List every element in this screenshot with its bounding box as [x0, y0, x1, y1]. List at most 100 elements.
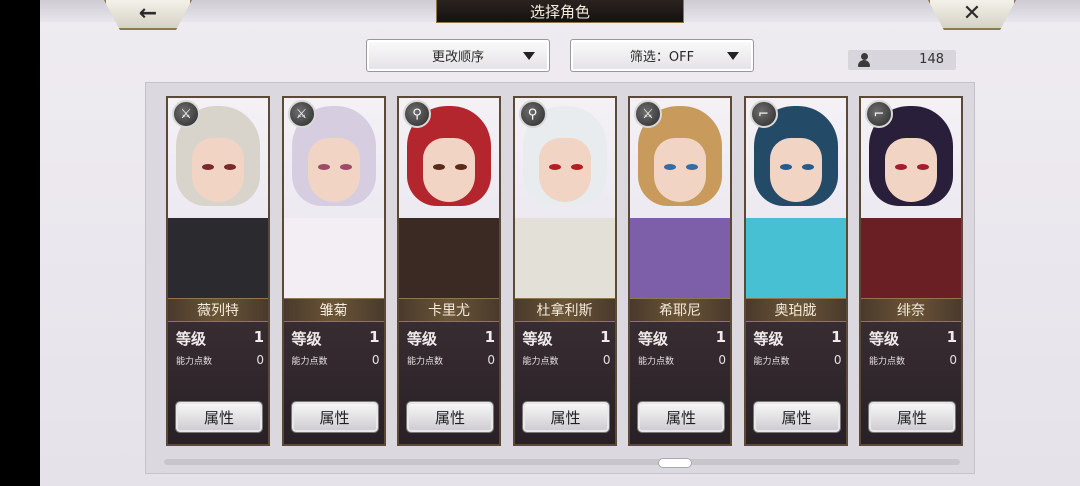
character-stats: 希耶尼 等级 1 能力点数 0 属性: [630, 298, 730, 444]
sword-icon: ⚔: [172, 100, 200, 128]
ability-points-value: 0: [718, 353, 726, 367]
character-portrait[interactable]: [630, 98, 730, 298]
sort-order-label: 更改顺序: [431, 50, 484, 65]
level-label: 等级: [176, 330, 207, 348]
character-name: 希耶尼: [630, 298, 730, 322]
ability-points-label: 能力点数: [869, 357, 906, 367]
portrait-eye: [455, 164, 467, 170]
character-stats: 奥珀胧 等级 1 能力点数 0 属性: [745, 298, 846, 444]
character-card[interactable]: ⚲ 杜拿利斯 等级 1 能力点数 0 属性: [512, 96, 617, 446]
portrait-eye: [779, 164, 792, 170]
portrait-eye: [570, 164, 583, 170]
level-value: 1: [715, 328, 726, 346]
level-label: 等级: [291, 330, 322, 348]
ability-points-label: 能力点数: [522, 357, 559, 367]
level-row: 等级 1: [291, 328, 380, 348]
level-row: 等级 1: [638, 328, 726, 348]
gun-icon: ⌐: [865, 100, 893, 128]
attribute-button[interactable]: 属性: [291, 402, 378, 432]
gun-icon: ⌐: [749, 100, 778, 128]
ability-points-label: 能力点数: [753, 357, 790, 367]
character-count-value: 148: [919, 52, 944, 67]
ability-points-row: 能力点数 0: [522, 353, 611, 368]
portrait-face: [538, 138, 591, 202]
character-portrait[interactable]: [861, 98, 961, 298]
portrait-eye: [433, 164, 445, 170]
portrait-outfit: [630, 218, 730, 298]
character-card[interactable]: ⌐ 绯奈 等级 1 能力点数 0 属性: [859, 96, 963, 446]
portrait-face: [654, 138, 706, 202]
level-label: 等级: [753, 330, 784, 348]
attribute-button[interactable]: 属性: [407, 402, 493, 432]
ability-points-value: 0: [602, 353, 611, 367]
horizontal-scrollbar-track[interactable]: [164, 459, 960, 465]
character-portrait[interactable]: [514, 98, 615, 298]
portrait-eye: [548, 164, 561, 170]
level-row: 等级 1: [407, 328, 495, 348]
character-name: 奥珀胧: [745, 298, 846, 322]
character-portrait[interactable]: [168, 98, 268, 298]
character-portrait[interactable]: [283, 98, 384, 298]
user-icon: [858, 53, 870, 67]
character-stats: 卡里尤 等级 1 能力点数 0 属性: [399, 298, 499, 444]
character-name: 杜拿利斯: [514, 298, 615, 322]
ability-points-label: 能力点数: [638, 357, 675, 367]
character-stats: 薇列特 等级 1 能力点数 0 属性: [168, 298, 268, 444]
portrait-face: [423, 138, 475, 202]
portrait-outfit: [514, 218, 615, 298]
attribute-button[interactable]: 属性: [869, 402, 955, 432]
sword-icon: ⚔: [634, 100, 662, 128]
portrait-eye: [895, 164, 907, 170]
filter-dropdown[interactable]: 筛选：OFF: [570, 39, 754, 72]
level-row: 等级 1: [522, 328, 611, 348]
character-select-screen: ← 选择角色 ✕ 更改顺序 筛选：OFF 148 ⚔ 薇列特 等级 1 能力点数…: [40, 0, 1080, 486]
back-arrow-icon: ←: [138, 0, 158, 26]
level-row: 等级 1: [869, 328, 957, 348]
portrait-eye: [224, 164, 236, 170]
level-label: 等级: [407, 330, 438, 348]
ability-points-row: 能力点数 0: [753, 353, 842, 368]
attribute-button[interactable]: 属性: [176, 402, 262, 432]
character-stats: 杜拿利斯 等级 1 能力点数 0 属性: [514, 298, 615, 444]
character-name: 薇列特: [168, 298, 268, 322]
character-card[interactable]: ⌐ 奥珀胧 等级 1 能力点数 0 属性: [743, 96, 848, 446]
close-button[interactable]: ✕: [928, 0, 1016, 30]
portrait-outfit: [168, 218, 268, 298]
ability-points-value: 0: [256, 353, 264, 367]
character-card[interactable]: ⚲ 卡里尤 等级 1 能力点数 0 属性: [397, 96, 501, 446]
back-button[interactable]: ←: [104, 0, 192, 30]
portrait-eye: [202, 164, 214, 170]
staff-icon: ⚲: [403, 100, 431, 128]
character-portrait[interactable]: [399, 98, 499, 298]
level-value: 1: [253, 328, 264, 346]
scrollbar-thumb[interactable]: [658, 458, 692, 468]
level-row: 等级 1: [753, 328, 842, 348]
sort-order-dropdown[interactable]: 更改顺序: [366, 39, 550, 72]
character-card[interactable]: ⚔ 薇列特 等级 1 能力点数 0 属性: [166, 96, 270, 446]
ability-points-value: 0: [371, 353, 380, 367]
portrait-outfit: [399, 218, 499, 298]
character-card[interactable]: ⚔ 雏菊 等级 1 能力点数 0 属性: [281, 96, 386, 446]
character-name: 绯奈: [861, 298, 961, 322]
level-label: 等级: [522, 330, 553, 348]
attribute-button[interactable]: 属性: [522, 402, 609, 432]
portrait-eye: [317, 164, 330, 170]
level-label: 等级: [638, 330, 669, 348]
ability-points-value: 0: [949, 353, 957, 367]
character-name: 卡里尤: [399, 298, 499, 322]
portrait-face: [192, 138, 244, 202]
close-icon: ✕: [962, 0, 982, 26]
attribute-button[interactable]: 属性: [638, 402, 724, 432]
attribute-button[interactable]: 属性: [753, 402, 840, 432]
character-stats: 绯奈 等级 1 能力点数 0 属性: [861, 298, 961, 444]
character-card[interactable]: ⚔ 希耶尼 等级 1 能力点数 0 属性: [628, 96, 732, 446]
portrait-face: [885, 138, 937, 202]
portrait-face: [769, 138, 822, 202]
level-label: 等级: [869, 330, 900, 348]
level-value: 1: [484, 328, 495, 346]
filter-label: 筛选：OFF: [629, 50, 695, 65]
portrait-outfit: [283, 218, 384, 298]
portrait-outfit: [861, 218, 961, 298]
ability-points-row: 能力点数 0: [176, 353, 264, 368]
character-portrait[interactable]: [745, 98, 846, 298]
